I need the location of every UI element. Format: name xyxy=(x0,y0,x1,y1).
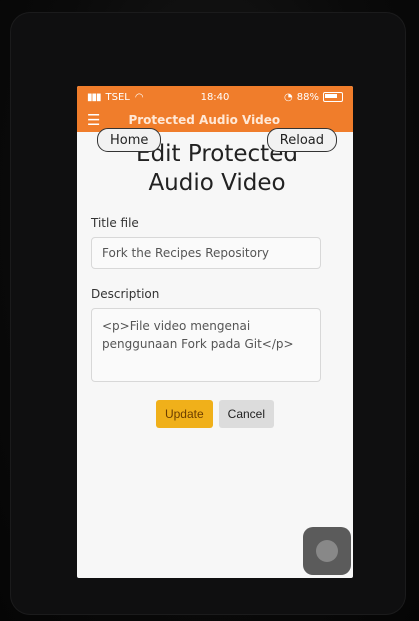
assistive-touch-icon[interactable] xyxy=(303,527,351,575)
form-actions: Update Cancel xyxy=(91,400,339,428)
reload-button[interactable]: Reload xyxy=(266,128,337,152)
phone-screen: ▮▮▮ TSEL ◠ 18:40 ◔ 88% ☰ Protected Audio… xyxy=(77,86,353,578)
wifi-icon: ◠ xyxy=(134,91,144,103)
signal-icon: ▮▮▮ xyxy=(87,91,101,103)
update-button[interactable]: Update xyxy=(155,400,213,428)
cancel-button[interactable]: Cancel xyxy=(218,400,275,428)
description-label: Description xyxy=(91,287,160,301)
hamburger-menu-icon[interactable]: ☰ xyxy=(87,111,100,129)
status-left: ▮▮▮ TSEL ◠ xyxy=(87,92,144,103)
title-file-label: Title file xyxy=(91,216,139,230)
battery-percent: 88% xyxy=(296,91,319,103)
title-file-input[interactable]: Fork the Recipes Repository xyxy=(91,237,321,269)
battery-icon xyxy=(323,92,343,102)
home-button[interactable]: Home xyxy=(97,128,162,152)
nav-row: Home Reload xyxy=(91,128,339,156)
edit-form-content: Home Reload Edit Protected Audio Video T… xyxy=(77,128,353,428)
status-right: ◔ 88% xyxy=(284,92,343,103)
status-time: 18:40 xyxy=(200,91,230,103)
carrier-label: TSEL xyxy=(105,91,130,103)
alarm-icon: ◔ xyxy=(284,91,293,103)
status-bar: ▮▮▮ TSEL ◠ 18:40 ◔ 88% xyxy=(77,86,353,108)
app-title: Protected Audio Video xyxy=(128,113,281,127)
description-textarea[interactable]: <p>File video mengenai penggunaan Fork p… xyxy=(91,308,321,382)
